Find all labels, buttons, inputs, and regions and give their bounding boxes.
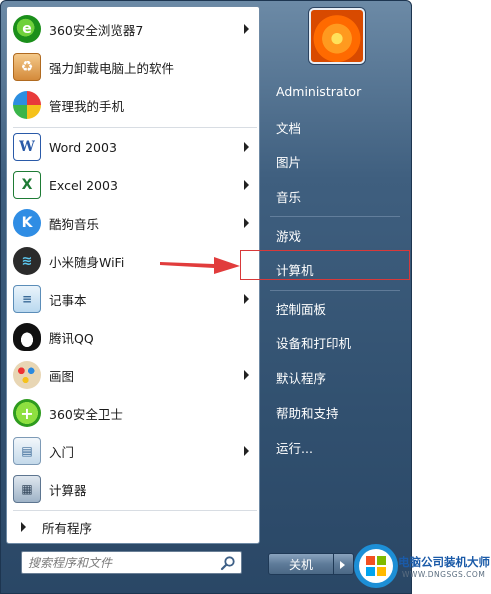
program-label: 入门 xyxy=(49,444,75,460)
program-label: 强力卸载电脑上的软件 xyxy=(49,60,175,76)
program-label: 计算器 xyxy=(49,482,87,498)
link-games[interactable]: 游戏 xyxy=(266,220,410,250)
program-label: Word 2003 xyxy=(49,139,117,155)
link-help-support[interactable]: 帮助和支持 xyxy=(266,397,410,427)
shutdown-options-arrow[interactable] xyxy=(334,553,354,575)
divider xyxy=(270,290,400,291)
program-label: 小米随身WiFi xyxy=(49,254,125,270)
link-devices-printers[interactable]: 设备和打印机 xyxy=(266,327,410,357)
program-label: 画图 xyxy=(49,368,75,384)
user-name-link[interactable]: Administrator xyxy=(266,76,410,106)
program-label: 腾讯QQ xyxy=(49,330,94,346)
program-item-360-browser[interactable]: e 360安全浏览器7 xyxy=(13,11,257,47)
link-music[interactable]: 音乐 xyxy=(266,181,410,211)
divider xyxy=(13,510,257,511)
all-programs-button[interactable]: 所有程序 xyxy=(13,515,257,539)
kugou-icon: K xyxy=(13,209,41,237)
windows-logo-icon xyxy=(354,544,398,588)
program-item-excel[interactable]: X Excel 2003 xyxy=(13,167,257,203)
link-control-panel[interactable]: 控制面板 xyxy=(266,293,410,323)
link-run[interactable]: 运行... xyxy=(266,432,410,462)
link-default-programs[interactable]: 默认程序 xyxy=(266,362,410,392)
word-icon: W xyxy=(13,133,41,161)
all-programs-arrow-icon xyxy=(21,522,26,532)
program-item-word[interactable]: W Word 2003 xyxy=(13,129,257,165)
program-item-qq[interactable]: 腾讯QQ xyxy=(13,319,257,355)
paint-palette-icon xyxy=(13,361,41,389)
watermark: 电脑公司装机大师 WWW.DNGSGS.COM xyxy=(352,538,491,594)
program-label: 记事本 xyxy=(49,292,87,308)
red-arrow-icon xyxy=(160,257,240,274)
submenu-arrow-icon xyxy=(244,24,249,34)
phone-manager-icon xyxy=(13,91,41,119)
submenu-arrow-icon xyxy=(244,370,249,380)
program-item-notepad[interactable]: ≡ 记事本 xyxy=(13,281,257,317)
excel-icon: X xyxy=(13,171,41,199)
search-icon[interactable] xyxy=(220,555,236,571)
notepad-icon: ≡ xyxy=(13,285,41,313)
submenu-arrow-icon xyxy=(244,294,249,304)
program-label: 360安全卫士 xyxy=(49,406,123,422)
program-item-calculator[interactable]: ▦ 计算器 xyxy=(13,471,257,507)
submenu-arrow-icon xyxy=(244,446,249,456)
all-programs-label: 所有程序 xyxy=(42,520,93,536)
program-label: 360安全浏览器7 xyxy=(49,22,144,38)
getting-started-icon: ▤ xyxy=(13,437,41,465)
uninstall-box-icon: ♻ xyxy=(13,53,41,81)
program-label: 酷狗音乐 xyxy=(49,216,100,232)
qq-penguin-icon xyxy=(13,323,41,351)
divider xyxy=(270,216,400,217)
program-item-kugou[interactable]: K 酷狗音乐 xyxy=(13,205,257,241)
divider xyxy=(13,127,257,128)
watermark-url: WWW.DNGSGS.COM xyxy=(402,570,486,579)
link-pictures[interactable]: 图片 xyxy=(266,146,410,176)
program-label: Excel 2003 xyxy=(49,177,118,193)
program-item-360-safe[interactable]: + 360安全卫士 xyxy=(13,395,257,431)
submenu-arrow-icon xyxy=(244,218,249,228)
calculator-icon: ▦ xyxy=(13,475,41,503)
search-box[interactable] xyxy=(21,551,242,574)
watermark-title: 电脑公司装机大师 xyxy=(398,555,490,569)
360-safe-icon: + xyxy=(13,399,41,427)
program-label: 管理我的手机 xyxy=(49,98,125,114)
highlight-box xyxy=(240,250,410,280)
program-item-phone-manager[interactable]: 管理我的手机 xyxy=(13,87,257,123)
submenu-arrow-icon xyxy=(244,180,249,190)
program-item-paint[interactable]: 画图 xyxy=(13,357,257,393)
wifi-icon: ≋ xyxy=(13,247,41,275)
user-avatar[interactable] xyxy=(309,8,365,64)
submenu-arrow-icon xyxy=(244,142,249,152)
program-item-uninstall[interactable]: ♻ 强力卸载电脑上的软件 xyxy=(13,49,257,85)
shutdown-button[interactable]: 关机 xyxy=(268,553,334,575)
360-browser-icon: e xyxy=(13,15,41,43)
program-item-getting-started[interactable]: ▤ 入门 xyxy=(13,433,257,469)
search-input[interactable] xyxy=(28,554,218,571)
link-documents[interactable]: 文档 xyxy=(266,112,410,142)
